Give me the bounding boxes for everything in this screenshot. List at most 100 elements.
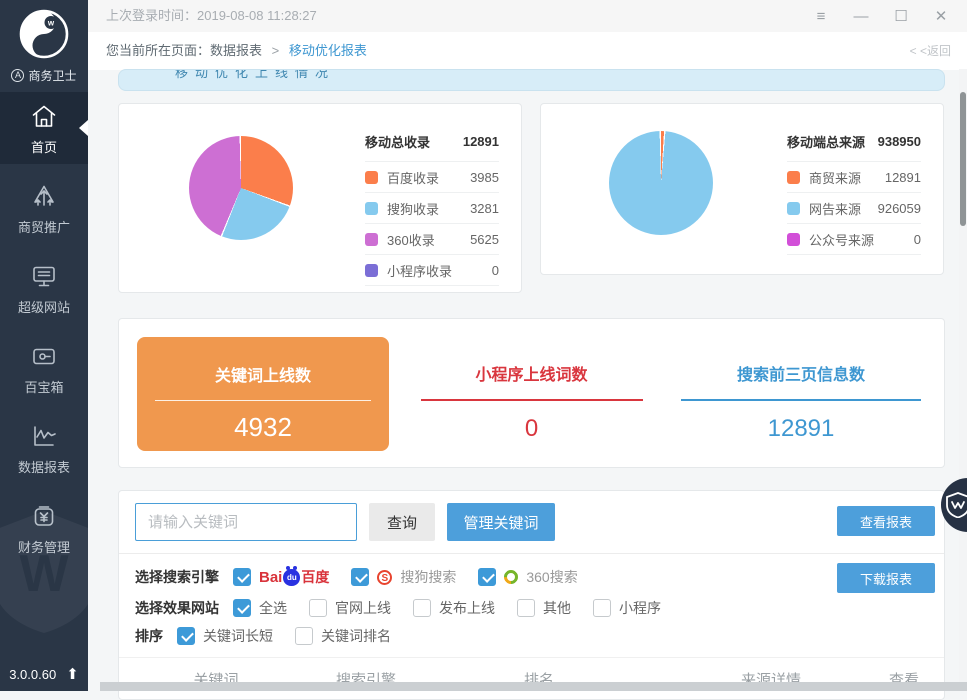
keyword-input[interactable] xyxy=(135,503,357,541)
legend-label: 商贸来源 xyxy=(809,168,861,187)
breadcrumb: 您当前所在页面：数据报表 > 移动优化报表 < <返回 xyxy=(88,32,967,70)
engine-filter-row: 选择搜索引擎 Bai du 百度 S 搜狗搜索 360搜索 xyxy=(135,563,600,591)
stat-value: 0 xyxy=(419,415,644,443)
legend-value: 3281 xyxy=(470,201,499,216)
sidebar-item-website[interactable]: 超级网站 xyxy=(0,252,88,324)
baidu-checkbox[interactable] xyxy=(233,568,251,586)
site-option-all: 全选 xyxy=(233,598,287,618)
sort-row-label: 排序 xyxy=(135,626,163,646)
app-version: 3.0.0.60 xyxy=(9,667,56,682)
mobile-source-card: 移动端总来源 938950 商贸来源 12891 网告来源 926059 公众号… xyxy=(540,103,944,275)
manage-keywords-button[interactable]: 管理关键词 xyxy=(447,503,555,541)
query-button[interactable]: 查询 xyxy=(369,503,435,541)
mobile-source-pie-chart xyxy=(609,131,713,235)
s360-checkbox[interactable] xyxy=(478,568,496,586)
legend-label: 小程序收录 xyxy=(387,261,452,280)
app-window: { "colors": { "primary_button": "#4d9fdb… xyxy=(0,0,967,691)
legend-item: 商贸来源 12891 xyxy=(787,162,921,193)
baidu-paw-icon: du xyxy=(283,569,300,586)
sidebar: w A 商务卫士 首页 商贸推广 超级网站 xyxy=(0,0,88,691)
engine-row-label: 选择搜索引擎 xyxy=(135,567,219,587)
mobile-index-pie-chart xyxy=(189,136,293,240)
sogou-icon: S xyxy=(377,570,392,585)
stat-label: 小程序上线词数 xyxy=(419,361,644,385)
stat-label: 搜索前三页信息数 xyxy=(679,361,923,385)
sort-filter-row: 排序 关键词长短 关键词排名 xyxy=(135,623,413,649)
legend-label: 360收录 xyxy=(387,230,435,249)
sidebar-item-label: 商贸推广 xyxy=(18,217,70,236)
sidebar-item-reports[interactable]: 数据报表 xyxy=(0,412,88,484)
toolbox-icon xyxy=(29,341,59,371)
sidebar-item-home[interactable]: 首页 xyxy=(0,92,88,164)
publish-online-checkbox[interactable] xyxy=(413,599,431,617)
legend-value: 5625 xyxy=(470,232,499,247)
legend-label: 百度收录 xyxy=(387,168,439,187)
back-link[interactable]: < <返回 xyxy=(910,32,951,70)
titlebar: 上次登录时间：2019-08-08 11:28:27 ≡ — ☐ ✕ xyxy=(88,0,967,32)
miniprogram-checkbox[interactable] xyxy=(593,599,611,617)
site-filter-row: 选择效果网站 全选 官网上线 发布上线 其他 小程序 xyxy=(135,595,683,621)
site-option-official: 官网上线 xyxy=(309,598,391,618)
swatch-gongzhonghao xyxy=(787,233,800,246)
stat-divider xyxy=(681,399,921,401)
breadcrumb-current-link[interactable]: 移动优化报表 xyxy=(289,43,367,58)
window-bottom-edge xyxy=(100,682,967,691)
legend-title: 移动总收录 xyxy=(365,132,430,151)
notice-banner: 移动优化上线情况 xyxy=(118,69,945,91)
breadcrumb-prefix: 您当前所在页面： xyxy=(106,43,210,58)
legend-value: 0 xyxy=(914,232,921,247)
keyword-length-checkbox[interactable] xyxy=(177,627,195,645)
yin-yang-logo-icon: w xyxy=(18,8,70,60)
option-label: 全选 xyxy=(259,598,287,618)
s360-ring-icon xyxy=(501,567,521,587)
swatch-baidu xyxy=(365,171,378,184)
other-checkbox[interactable] xyxy=(517,599,535,617)
breadcrumb-separator: > xyxy=(272,43,280,58)
minimize-icon[interactable]: — xyxy=(841,8,881,25)
sogou-label: 搜狗搜索 xyxy=(400,567,456,587)
official-site-checkbox[interactable] xyxy=(309,599,327,617)
baidu-wordmark: Bai xyxy=(259,569,282,586)
sogou-checkbox[interactable] xyxy=(351,568,369,586)
home-icon xyxy=(29,101,59,131)
menu-icon[interactable]: ≡ xyxy=(801,8,841,25)
legend-total: 12891 xyxy=(463,134,499,149)
view-report-button[interactable]: 查看报表 xyxy=(837,506,935,536)
breadcrumb-section: 数据报表 xyxy=(210,43,262,58)
scrollbar-thumb[interactable] xyxy=(960,92,966,226)
site-option-other: 其他 xyxy=(517,598,571,618)
sort-option-rank: 关键词排名 xyxy=(295,626,391,646)
brand-name: 商务卫士 xyxy=(28,67,76,84)
promotion-arrows-icon xyxy=(29,181,59,211)
sidebar-item-promotion[interactable]: 商贸推广 xyxy=(0,172,88,244)
baidu-cn-wordmark: 百度 xyxy=(301,567,329,587)
option-label: 其他 xyxy=(543,598,571,618)
legend-value: 3985 xyxy=(470,170,499,185)
mobile-index-card: 移动总收录 12891 百度收录 3985 搜狗收录 3281 360收录 56… xyxy=(118,103,522,293)
keyword-rank-checkbox[interactable] xyxy=(295,627,313,645)
sidebar-item-toolbox[interactable]: 百宝箱 xyxy=(0,332,88,404)
legend-value: 12891 xyxy=(885,170,921,185)
update-arrow-icon[interactable]: ⬆ xyxy=(66,665,79,683)
sidebar-item-label: 数据报表 xyxy=(18,457,70,476)
close-icon[interactable]: ✕ xyxy=(921,7,961,25)
download-report-button[interactable]: 下载报表 xyxy=(837,563,935,593)
stat-miniprogram-words: 小程序上线词数 0 xyxy=(419,361,644,443)
brand-badge-icon: A xyxy=(11,69,24,82)
select-all-checkbox[interactable] xyxy=(233,599,251,617)
stat-value: 12891 xyxy=(679,415,923,443)
legend-item: 小程序收录 0 xyxy=(365,255,499,286)
legend-value: 926059 xyxy=(878,201,921,216)
stat-divider xyxy=(155,400,371,401)
stat-keywords-online: 关键词上线数 4932 xyxy=(137,337,389,451)
mobile-source-legend: 移动端总来源 938950 商贸来源 12891 网告来源 926059 公众号… xyxy=(787,128,921,255)
query-card: 查询 管理关键词 查看报表 下载报表 选择搜索引擎 Bai du 百度 S 搜狗… xyxy=(118,490,945,700)
option-label: 官网上线 xyxy=(335,598,391,618)
maximize-icon[interactable]: ☐ xyxy=(881,7,921,25)
option-label: 发布上线 xyxy=(439,598,495,618)
legend-item: 搜狗收录 3281 xyxy=(365,193,499,224)
swatch-wanggao xyxy=(787,202,800,215)
stat-value: 4932 xyxy=(137,412,389,443)
svg-text:w: w xyxy=(47,19,55,28)
engine-baidu: Bai du 百度 xyxy=(233,567,329,587)
